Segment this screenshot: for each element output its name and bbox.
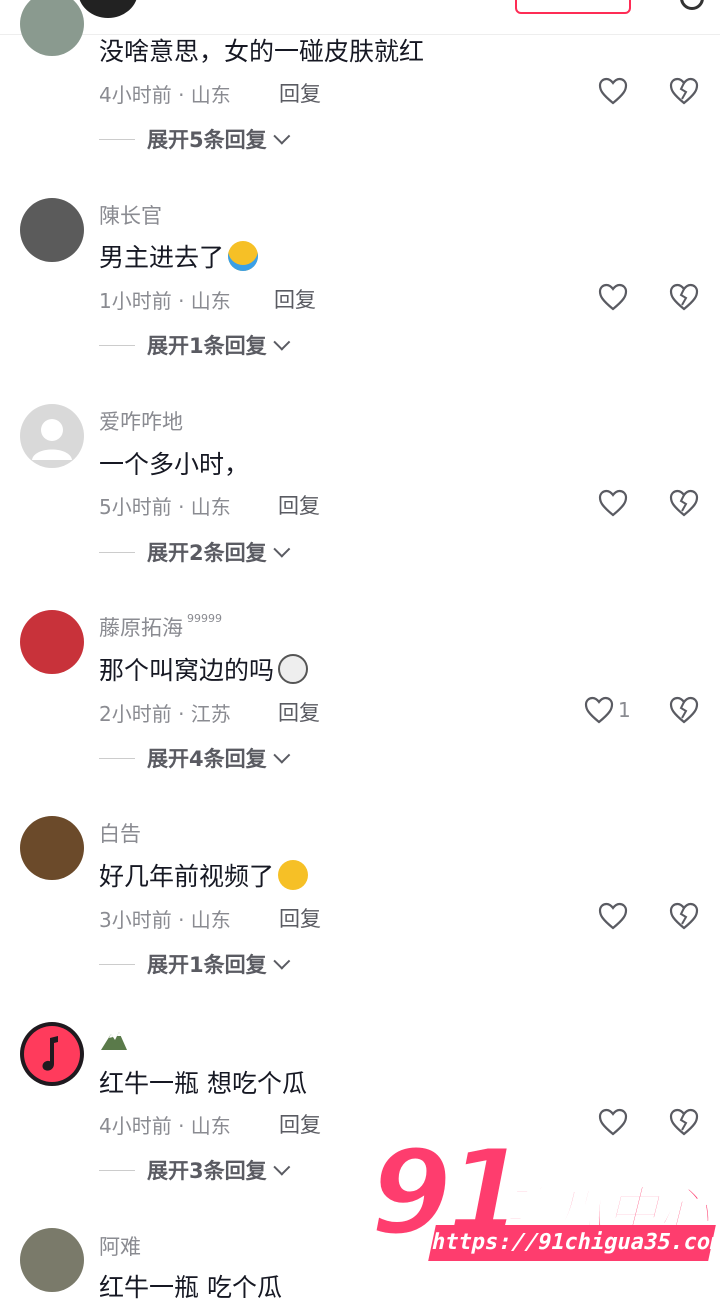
shy-face-emoji: [278, 860, 309, 890]
username-text: 藤原拓海: [99, 616, 183, 640]
divider: [99, 138, 135, 140]
comment-text-body: 那个叫窝边的吗: [99, 656, 275, 685]
reply-button[interactable]: 回复: [279, 78, 321, 108]
divider: [99, 1169, 135, 1171]
expand-replies-label: 展开3条回复: [147, 1159, 267, 1183]
username[interactable]: 藤原拓海 99999: [99, 612, 222, 642]
author-avatar[interactable]: [78, 0, 138, 18]
broken-heart-icon[interactable]: [669, 283, 699, 311]
expand-replies-button[interactable]: 展开4条回复: [99, 745, 290, 771]
broken-heart-icon[interactable]: [669, 489, 699, 517]
expand-replies-button[interactable]: 展开5条回复: [99, 126, 290, 152]
comment-meta: 4小时前 · 山东: [99, 1114, 231, 1138]
follow-button[interactable]: [515, 0, 631, 14]
watermark-logo: 91 吃瓜中心 https://91chigua35.com: [368, 1122, 720, 1275]
comment-text: 没啥意思，女的一碰皮肤就红: [99, 37, 425, 66]
avatar[interactable]: [20, 1228, 84, 1292]
watermark-url: https://91chigua35.com: [428, 1225, 720, 1261]
comment-meta: 5小时前 · 山东: [99, 495, 231, 519]
avatar[interactable]: [20, 1022, 84, 1086]
chevron-down-icon: [272, 1158, 290, 1176]
expand-replies-label: 展开2条回复: [147, 541, 267, 565]
expand-replies-button[interactable]: 展开3条回复: [99, 1157, 290, 1183]
expand-replies-label: 展开1条回复: [147, 334, 267, 358]
default-avatar-icon: [32, 419, 72, 460]
divider: [99, 551, 135, 553]
expand-replies-button[interactable]: 展开2条回复: [99, 539, 290, 565]
expand-replies-label: 展开5条回复: [147, 128, 267, 152]
comment-text: 那个叫窝边的吗: [99, 651, 309, 687]
username[interactable]: 白告: [99, 818, 141, 848]
reply-button[interactable]: 回复: [278, 490, 320, 520]
top-bar: ‹: [0, 0, 720, 35]
cat-emoji: [278, 654, 309, 684]
broken-heart-icon[interactable]: [669, 77, 699, 105]
reply-button[interactable]: 回复: [278, 697, 320, 727]
comment-text-body: 好几年前视频了: [99, 862, 275, 891]
broken-heart-icon[interactable]: [669, 902, 699, 930]
avatar[interactable]: [20, 816, 84, 880]
expand-replies-label: 展开4条回复: [147, 747, 267, 771]
comment-meta: 2小时前 · 江苏: [99, 702, 231, 726]
comment-text: 红牛一瓶 想吃个瓜: [99, 1069, 307, 1098]
crying-laughing-emoji: [228, 241, 259, 271]
broken-heart-icon[interactable]: [669, 696, 699, 724]
chevron-down-icon: [272, 952, 290, 970]
mountain-username-icon[interactable]: [99, 1028, 129, 1052]
chevron-down-icon: [272, 127, 290, 145]
heart-icon[interactable]: [598, 902, 628, 930]
comment-text-body: 男主进去了: [99, 243, 225, 272]
avatar[interactable]: [20, 198, 84, 262]
comment-text: 好几年前视频了: [99, 857, 309, 893]
username[interactable]: 阿难: [99, 1231, 141, 1261]
comment-text: 红牛一瓶 吃个瓜: [99, 1273, 282, 1302]
avatar[interactable]: [20, 0, 84, 56]
expand-replies-button[interactable]: 展开1条回复: [99, 332, 290, 358]
divider: [99, 344, 135, 346]
heart-icon[interactable]: [584, 696, 614, 724]
chevron-down-icon: [272, 746, 290, 764]
reply-button[interactable]: 回复: [279, 1109, 321, 1139]
search-icon[interactable]: [680, 0, 704, 10]
expand-replies-label: 展开1条回复: [147, 953, 267, 977]
divider: [99, 757, 135, 759]
divider: [99, 963, 135, 965]
comment-meta: 1小时前 · 山东: [99, 289, 231, 313]
chevron-down-icon: [272, 333, 290, 351]
heart-icon[interactable]: [598, 489, 628, 517]
user-badge: 99999: [187, 612, 222, 625]
avatar[interactable]: [20, 404, 84, 468]
username[interactable]: 陳长官: [99, 200, 162, 230]
heart-icon[interactable]: [598, 283, 628, 311]
reply-button[interactable]: 回复: [279, 903, 321, 933]
comment-meta: 3小时前 · 山东: [99, 908, 231, 932]
username[interactable]: 爱咋咋地: [99, 406, 183, 436]
comment-meta: 4小时前 · 山东: [99, 83, 231, 107]
chevron-down-icon: [272, 540, 290, 558]
reply-button[interactable]: 回复: [274, 284, 316, 314]
like-count: 1: [618, 698, 631, 722]
heart-icon[interactable]: [598, 77, 628, 105]
comment-text: 男主进去了: [99, 238, 259, 274]
expand-replies-button[interactable]: 展开1条回复: [99, 951, 290, 977]
comment-text: 一个多小时，: [99, 450, 250, 479]
music-note-icon: [24, 1026, 80, 1082]
avatar[interactable]: [20, 610, 84, 674]
